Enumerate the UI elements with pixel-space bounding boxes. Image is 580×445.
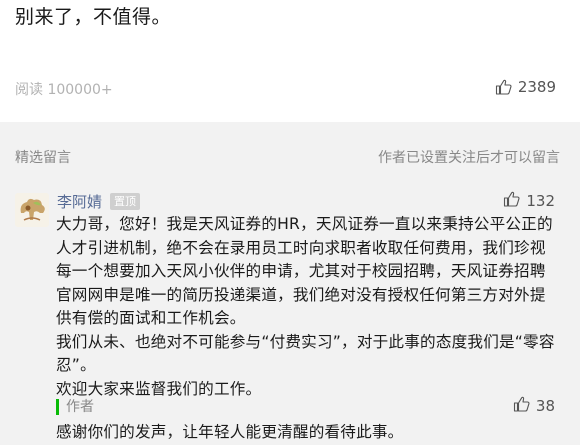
article-like-count: 2389: [517, 78, 556, 96]
comments-notice: 作者已设置关注后才可以留言: [378, 150, 560, 166]
comment-nickname[interactable]: 李阿婧: [57, 191, 102, 212]
pinned-badge: 置顶: [110, 193, 140, 210]
article-like-button[interactable]: 2389: [495, 78, 556, 96]
reply-like-button[interactable]: 38: [513, 396, 555, 416]
article-footer: 别来了，不值得。 阅读 100000+ 2389: [0, 0, 580, 122]
article-tail-text: 别来了，不值得。: [15, 6, 172, 28]
thumb-up-icon: [513, 396, 530, 416]
reply-author-label: 作者: [66, 399, 94, 415]
comments-title: 精选留言: [15, 150, 71, 166]
article-meta: 阅读 100000+ 2389: [15, 78, 560, 99]
author-reply: 作者 38 感谢你们的发声，让年轻人能更清醒的看待此事。: [56, 396, 561, 442]
thumb-up-icon: [495, 79, 512, 95]
avatar[interactable]: [15, 193, 49, 227]
comment-paragraph: 我们从未、也绝对不可能参与“付费实习”，对于此事的态度我们是“零容忍”。: [56, 332, 555, 375]
read-count: 阅读 100000+: [15, 82, 113, 98]
comments-header: 精选留言 作者已设置关注后才可以留言: [15, 147, 560, 167]
reply-indicator-bar: [56, 399, 59, 415]
comment-paragraph: 大力哥，您好！我是天风证券的HR，天风证券一直以来秉持公平公正的人才引进机制，绝…: [56, 215, 553, 327]
thumb-up-icon: [503, 191, 520, 211]
comment-like-button[interactable]: 132: [503, 191, 555, 211]
comment-like-count: 132: [526, 192, 555, 210]
reply-text: 感谢你们的发声，让年轻人能更清醒的看待此事。: [56, 423, 404, 441]
comment-body: 大力哥，您好！我是天风证券的HR，天风证券一直以来秉持公平公正的人才引进机制，绝…: [56, 213, 561, 401]
reply-like-count: 38: [535, 397, 555, 415]
